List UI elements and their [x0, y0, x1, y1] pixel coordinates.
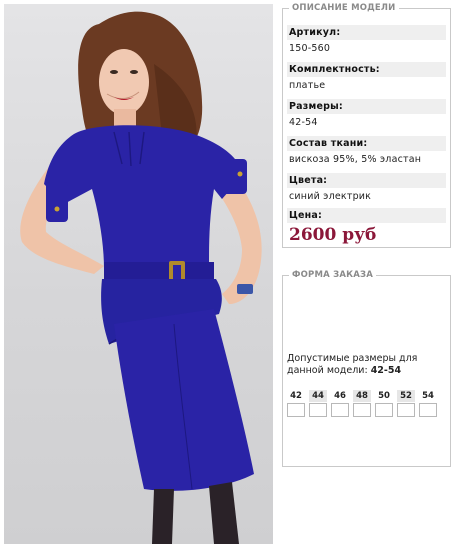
size-header: 52 [397, 390, 415, 402]
field-colors: Цвета: синий электрик [287, 173, 446, 203]
sizes-value: 42-54 [289, 117, 318, 128]
field-article: Артикул: 150-560 [287, 25, 446, 55]
colors-value: синий электрик [289, 191, 372, 202]
size-column: 48 [353, 390, 371, 417]
size-header: 54 [422, 391, 434, 401]
size-46-quantity-input[interactable] [331, 403, 349, 417]
size-50-quantity-input[interactable] [375, 403, 393, 417]
size-44-quantity-input[interactable] [309, 403, 327, 417]
field-completeness: Комплектность: платье [287, 62, 446, 92]
fabric-label: Состав ткани: [287, 136, 446, 151]
completeness-value: платье [289, 80, 326, 91]
size-42-quantity-input[interactable] [287, 403, 305, 417]
product-photo-illustration [20, 11, 262, 544]
size-54-quantity-input[interactable] [419, 403, 437, 417]
size-header: 44 [309, 390, 327, 402]
price-value: 2600 руб [289, 225, 377, 245]
size-header: 46 [334, 391, 346, 401]
allowed-sizes-note: Допустимые размеры для данной модели: 42… [287, 353, 447, 377]
field-fabric: Состав ткани: вискоза 95%, 5% эластан [287, 136, 446, 166]
colors-label: Цвета: [287, 173, 446, 188]
completeness-label: Комплектность: [287, 62, 446, 77]
product-photo [4, 4, 273, 544]
size-column: 54 [419, 390, 437, 417]
field-sizes: Размеры: 42-54 [287, 99, 446, 129]
article-label: Артикул: [287, 25, 446, 40]
size-column: 50 [375, 390, 393, 417]
fabric-value: вискоза 95%, 5% эластан [289, 154, 422, 165]
size-header: 42 [290, 391, 302, 401]
size-header: 48 [353, 390, 371, 402]
article-value: 150-560 [289, 43, 331, 54]
field-price: Цена: 2600 руб [287, 208, 446, 245]
size-header: 50 [378, 391, 390, 401]
price-label: Цена: [287, 208, 446, 223]
size-quantity-grid: 42 44 46 48 50 52 54 [287, 390, 437, 417]
allowed-sizes-range: 42-54 [370, 365, 402, 376]
size-column: 52 [397, 390, 415, 417]
order-form-panel: ФОРМА ЗАКАЗА Допустимые размеры для данн… [282, 269, 451, 467]
order-form-legend: ФОРМА ЗАКАЗА [289, 269, 377, 281]
size-52-quantity-input[interactable] [397, 403, 415, 417]
model-description-legend: ОПИСАНИЕ МОДЕЛИ [289, 2, 399, 14]
sizes-label: Размеры: [287, 99, 446, 114]
size-column: 42 [287, 390, 305, 417]
size-column: 46 [331, 390, 349, 417]
size-48-quantity-input[interactable] [353, 403, 371, 417]
size-column: 44 [309, 390, 327, 417]
model-description-panel: ОПИСАНИЕ МОДЕЛИ Артикул: 150-560 Комплек… [282, 2, 451, 248]
